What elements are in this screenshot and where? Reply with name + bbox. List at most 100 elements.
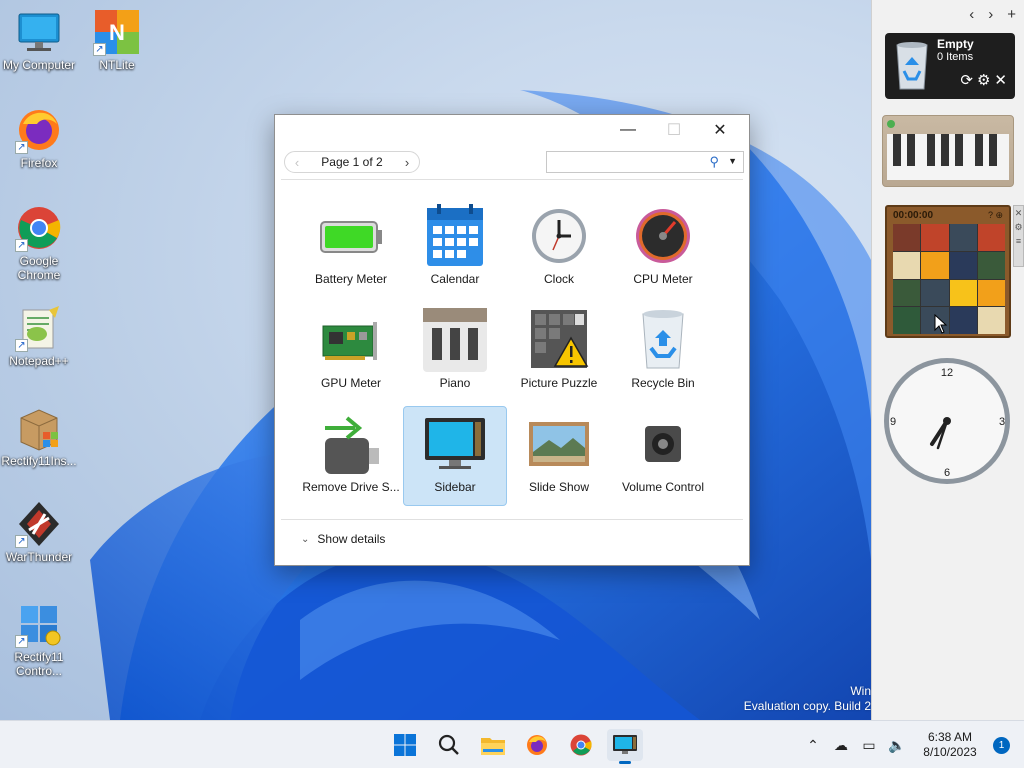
puzzle-timer: 00:00:00 bbox=[893, 210, 934, 221]
clock-gadget[interactable]: 12 3 6 9 bbox=[882, 356, 1012, 486]
gadget-clock[interactable]: Clock bbox=[507, 198, 611, 298]
puzzle-warning-icon bbox=[523, 308, 595, 372]
gallery-toolbar: ‹ Page 1 of 2 › ⚲ ▼ bbox=[275, 145, 749, 179]
page-navigator: ‹ Page 1 of 2 › bbox=[284, 151, 420, 173]
shortcut-arrow-icon: ↗ bbox=[93, 43, 106, 56]
gear-icon[interactable]: ⚙ bbox=[977, 71, 990, 89]
gallery-footer: ⌄ Show details bbox=[281, 519, 743, 565]
gadget-label: Piano bbox=[439, 376, 471, 390]
dropdown-arrow-icon[interactable]: ▼ bbox=[728, 156, 737, 166]
shortcut-arrow-icon: ↗ bbox=[15, 239, 28, 252]
recycle-controls: ⟳ ⚙ ✕ bbox=[960, 71, 1007, 89]
search-gadgets-input[interactable]: ⚲ ▼ bbox=[546, 151, 744, 173]
piano-icon bbox=[419, 308, 491, 372]
search-icon bbox=[438, 734, 459, 755]
gadget-picture-puzzle[interactable]: Picture Puzzle bbox=[507, 302, 611, 402]
puzzle-help-icon[interactable]: ? ⊕ bbox=[988, 210, 1003, 221]
search-icon[interactable]: ⚲ bbox=[709, 154, 719, 170]
control-panel-icon: ↗ bbox=[15, 600, 63, 648]
desktop-icon-warthunder[interactable]: ↗ WarThunder bbox=[0, 500, 78, 564]
desktop-icon-google-chrome[interactable]: ↗ Google Chrome bbox=[0, 204, 78, 282]
gadget-battery-meter[interactable]: Battery Meter bbox=[299, 198, 403, 298]
desktop-icon-rectify11-installer[interactable]: Rectify11Ins... bbox=[0, 404, 78, 468]
desktop-icon-label: Notepad++ bbox=[9, 354, 69, 368]
firefox-taskbar-button[interactable] bbox=[519, 729, 555, 761]
warthunder-icon: ↗ bbox=[15, 500, 63, 548]
show-hidden-icons-chevron-icon[interactable]: ⌃ bbox=[799, 737, 827, 754]
desktop-icon-label: NTLite bbox=[99, 58, 135, 72]
gadget-side-toolbar[interactable]: ✕ ⚙ ≡ bbox=[1013, 205, 1024, 267]
gadget-cpu-meter[interactable]: CPU Meter bbox=[611, 198, 715, 298]
clock-icon bbox=[523, 204, 595, 268]
refresh-icon[interactable]: ⟳ bbox=[960, 71, 973, 89]
previous-page-button[interactable]: ‹ bbox=[291, 155, 303, 170]
gadget-volume-control[interactable]: Volume Control bbox=[611, 406, 715, 506]
gadget-label: Battery Meter bbox=[314, 272, 388, 286]
onedrive-offline-icon[interactable]: ☁ bbox=[827, 737, 855, 754]
system-tray: ⌃ ☁ ▭ 🔈 6:38 AM 8/10/2023 1 bbox=[799, 721, 1024, 768]
gadget-label: Picture Puzzle bbox=[520, 376, 598, 390]
gadget-recycle-bin[interactable]: Recycle Bin bbox=[611, 302, 715, 402]
clock-numeral-6: 6 bbox=[944, 467, 950, 479]
gadget-label: Slide Show bbox=[528, 480, 590, 494]
minimize-icon: — bbox=[620, 121, 636, 138]
gear-icon[interactable]: ⚙ bbox=[1014, 220, 1023, 234]
desktop-icon-label: My Computer bbox=[2, 58, 76, 72]
recycle-item-count: 0 Items bbox=[937, 51, 974, 63]
sidebar-monitor-icon bbox=[419, 412, 491, 476]
notification-badge[interactable]: 1 bbox=[993, 736, 1010, 754]
clock-date: 8/10/2023 bbox=[923, 745, 977, 759]
gadget-slide-show[interactable]: Slide Show bbox=[507, 406, 611, 506]
speaker-icon bbox=[627, 412, 699, 476]
gadget-sidebar[interactable]: Sidebar bbox=[403, 406, 507, 506]
monitor-icon bbox=[15, 8, 63, 56]
close-icon[interactable]: ✕ bbox=[1014, 206, 1023, 220]
show-details-toggle[interactable]: ⌄ Show details bbox=[301, 532, 385, 546]
start-button[interactable] bbox=[387, 729, 423, 761]
chrome-icon bbox=[570, 734, 592, 756]
gadget-gpu-meter[interactable]: GPU Meter bbox=[299, 302, 403, 402]
network-icon[interactable]: ▭ bbox=[855, 737, 883, 754]
gadget-piano[interactable]: Piano bbox=[403, 302, 507, 402]
cpu-meter-icon bbox=[627, 204, 699, 268]
ntlite-icon: N ↗ bbox=[93, 8, 141, 56]
gadget-label: CPU Meter bbox=[633, 272, 693, 286]
desktop-icon-my-computer[interactable]: My Computer bbox=[0, 8, 78, 72]
chrome-taskbar-button[interactable] bbox=[563, 729, 599, 761]
gadget-label: Recycle Bin bbox=[631, 376, 695, 390]
drag-handle-icon[interactable]: ≡ bbox=[1014, 234, 1023, 248]
gadget-label: Calendar bbox=[430, 272, 480, 286]
desktop-icon-notepad-plus-plus[interactable]: ↗ Notepad++ bbox=[0, 304, 78, 368]
piano-gadget[interactable] bbox=[882, 115, 1014, 187]
minimize-button[interactable]: — bbox=[605, 115, 651, 145]
taskbar-apps bbox=[387, 729, 643, 764]
picture-puzzle-gadget[interactable]: 00:00:00 ? ⊕ bbox=[885, 205, 1011, 338]
chrome-icon: ↗ bbox=[15, 204, 63, 252]
next-icon[interactable]: › bbox=[988, 6, 993, 23]
taskbar: ⌃ ☁ ▭ 🔈 6:38 AM 8/10/2023 1 bbox=[0, 720, 1024, 768]
taskbar-clock[interactable]: 6:38 AM 8/10/2023 bbox=[917, 730, 983, 760]
desktop-icon-rectify11-control[interactable]: ↗ Rectify11 Contro... bbox=[0, 600, 78, 678]
file-explorer-button[interactable] bbox=[475, 729, 511, 761]
next-page-button[interactable]: › bbox=[401, 155, 413, 170]
gadget-gallery-window: — ☐ ✕ ‹ Page 1 of 2 › ⚲ ▼ Battery Meter … bbox=[274, 114, 750, 566]
clock-numeral-9: 9 bbox=[890, 416, 896, 428]
add-gadget-icon[interactable]: + bbox=[1007, 6, 1016, 23]
sidebar-taskbar-button[interactable] bbox=[607, 729, 643, 764]
clock-numeral-3: 3 bbox=[999, 416, 1005, 428]
gadget-remove-drive-safely[interactable]: Remove Drive S... bbox=[299, 406, 403, 506]
close-icon[interactable]: ✕ bbox=[994, 71, 1007, 89]
desktop-icon-firefox[interactable]: ↗ Firefox bbox=[0, 106, 78, 170]
gadget-label: Volume Control bbox=[621, 480, 705, 494]
previous-icon[interactable]: ‹ bbox=[969, 6, 974, 23]
volume-icon[interactable]: 🔈 bbox=[883, 737, 911, 754]
mouse-cursor-icon bbox=[934, 314, 948, 334]
gadget-sidebar-panel: ‹ › + Empty 0 Items ⟳ ⚙ ✕ 00:00:00 ? ⊕ 1… bbox=[871, 0, 1024, 720]
recycle-bin-gadget[interactable]: Empty 0 Items ⟳ ⚙ ✕ bbox=[885, 33, 1015, 99]
close-button[interactable]: ✕ bbox=[697, 115, 743, 145]
slideshow-icon bbox=[523, 412, 595, 476]
desktop-icon-ntlite[interactable]: N ↗ NTLite bbox=[78, 8, 156, 72]
title-bar[interactable]: — ☐ ✕ bbox=[275, 115, 749, 145]
gadget-calendar[interactable]: Calendar bbox=[403, 198, 507, 298]
search-button[interactable] bbox=[431, 729, 467, 761]
